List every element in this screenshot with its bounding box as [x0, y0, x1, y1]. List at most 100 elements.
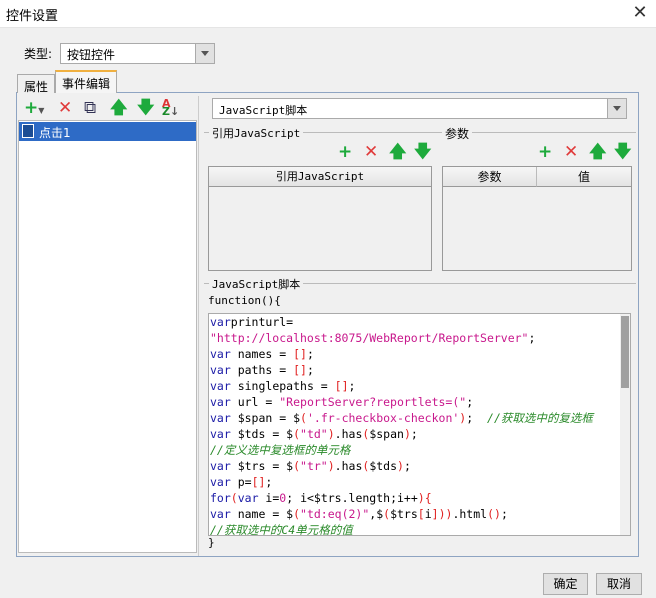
code-token: $tds = $	[230, 427, 294, 441]
code-token: name = $	[230, 507, 294, 521]
code-line: //获取选中的C4单元格的值	[210, 522, 593, 535]
chevron-down-icon[interactable]	[607, 99, 626, 118]
code-line: var paths = [];	[210, 362, 593, 378]
function-footer: }	[208, 536, 215, 549]
code-token: "ReportServer?reportlets=("	[279, 395, 467, 409]
code-token: $trs = $	[230, 459, 294, 473]
sort-icon[interactable]: A Z↓	[162, 98, 179, 117]
code-token: var	[210, 363, 231, 377]
code-line: varprinturl=	[210, 314, 593, 330]
script-editor[interactable]: varprinturl= "http://localhost:8075/WebRe…	[208, 313, 631, 536]
type-label: 类型:	[24, 47, 53, 61]
move-up-icon[interactable]: 🡅	[589, 143, 606, 161]
code-token: $span	[369, 427, 404, 441]
title-bar	[0, 0, 656, 28]
script-type-select[interactable]: JavaScript脚本	[212, 98, 627, 119]
code-token: []	[334, 379, 349, 393]
code-line: var name = $("td:eq(2)",$($trs[i])).html…	[210, 506, 593, 522]
chevron-down-icon[interactable]	[195, 44, 214, 63]
list-item-label: 点击1	[39, 126, 71, 140]
add-ref-icon[interactable]: +	[338, 143, 352, 161]
code-token: )	[417, 491, 425, 505]
list-item[interactable]: 点击1	[19, 122, 196, 141]
code-line: var names = [];	[210, 346, 593, 362]
column-header[interactable]: 参数	[443, 167, 537, 187]
move-up-icon[interactable]: 🡅	[389, 143, 406, 161]
code-token: singlepaths =	[230, 379, 335, 393]
ref-js-table[interactable]: 引用JavaScript	[208, 166, 432, 271]
cancel-button[interactable]: 取消	[596, 573, 642, 595]
code-token: var	[210, 395, 231, 409]
code-token: var	[210, 411, 231, 425]
add-icon[interactable]: +▼	[24, 99, 44, 120]
code-token: )	[397, 459, 404, 473]
code-line: var $trs = $("tr").has($tds);	[210, 458, 593, 474]
move-down-icon[interactable]: 🡇	[614, 143, 631, 161]
code-token: ;	[306, 363, 314, 377]
code-token: ;	[265, 475, 273, 489]
code-token: ;	[306, 347, 314, 361]
splitter[interactable]	[198, 96, 202, 556]
tab-properties[interactable]: 属性	[17, 74, 56, 94]
code-token: var	[210, 427, 231, 441]
add-param-icon[interactable]: +	[538, 143, 552, 161]
code-token: ,$	[369, 507, 384, 521]
code-token: [	[417, 507, 425, 521]
code-token: p=	[230, 475, 252, 489]
code-line: var $span = $('.fr-checkbox-checkon'); /…	[210, 410, 593, 426]
code-token: )	[327, 427, 335, 441]
code-token: "tr"	[300, 459, 328, 473]
code-token: (	[300, 411, 307, 425]
params-table[interactable]: 参数 值	[442, 166, 632, 271]
code-line: //定义选中复选框的单元格	[210, 442, 593, 458]
code-line: var url = "ReportServer?reportlets=(";	[210, 394, 593, 410]
copy-icon[interactable]: ⧉	[84, 99, 96, 117]
code-token: (	[230, 491, 238, 505]
move-down-icon[interactable]: 🡇	[137, 99, 154, 117]
code-line: for(var i=0; i<$trs.length;i++){	[210, 490, 593, 506]
code-token: "td"	[300, 427, 328, 441]
code-token: $tds	[369, 459, 398, 473]
ok-button[interactable]: 确定	[543, 573, 588, 595]
delete-icon[interactable]: ✕	[58, 99, 72, 117]
code-token: .has	[334, 427, 363, 441]
code-token: []	[251, 475, 266, 489]
column-header[interactable]: 引用JavaScript	[209, 167, 431, 187]
code-token: var	[237, 491, 259, 505]
column-header[interactable]: 值	[537, 167, 631, 187]
delete-ref-icon[interactable]: ✕	[364, 143, 378, 161]
event-list[interactable]	[18, 120, 197, 553]
tab-event-edit[interactable]: 事件编辑	[55, 70, 118, 93]
code-line: var singlepaths = [];	[210, 378, 593, 394]
close-icon[interactable]: ✕	[628, 2, 652, 24]
code-token: //定义选中复选框的单元格	[210, 443, 351, 457]
code-token: var	[210, 347, 231, 361]
code-token: for	[210, 491, 231, 505]
code-token: "http://localhost:8075/WebReport/ReportS…	[210, 331, 529, 345]
code-token: '.fr-checkbox-checkon'	[306, 411, 460, 425]
type-select[interactable]: 按钮控件	[60, 43, 215, 64]
script-type-value: JavaScript脚本	[219, 104, 308, 117]
code-token: $span = $	[230, 411, 301, 425]
params-label: 参数	[442, 125, 473, 142]
code-token: .has	[334, 459, 363, 473]
code-token: paths =	[230, 363, 294, 377]
code-token: ;	[466, 395, 474, 409]
code-token: (	[293, 507, 301, 521]
code-lines: varprinturl= "http://localhost:8075/WebRe…	[210, 314, 593, 535]
code-token: var	[210, 315, 231, 329]
code-token: ]	[431, 507, 439, 521]
code-line: "http://localhost:8075/WebReport/ReportS…	[210, 330, 593, 346]
code-token: )	[327, 459, 335, 473]
code-line: var p=[];	[210, 474, 593, 490]
code-token: []	[293, 347, 307, 361]
move-down-icon[interactable]: 🡇	[414, 143, 431, 161]
type-value: 按钮控件	[67, 48, 116, 62]
code-line: var $tds = $("td").has($span);	[210, 426, 593, 442]
scrollbar-thumb[interactable]	[621, 316, 629, 388]
code-token: ;	[348, 379, 356, 393]
code-token: "td:eq(2)"	[300, 507, 370, 521]
move-up-icon[interactable]: 🡅	[110, 99, 127, 117]
delete-param-icon[interactable]: ✕	[564, 143, 578, 161]
code-token: .html	[452, 507, 488, 521]
